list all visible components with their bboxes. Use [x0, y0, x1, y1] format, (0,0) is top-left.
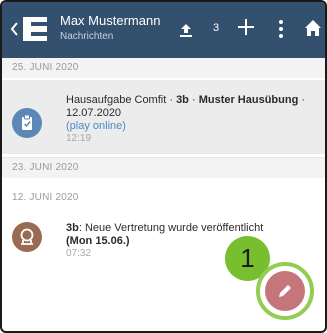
substitute-icon	[20, 228, 34, 245]
upload-icon[interactable]	[178, 22, 194, 38]
app-header: Max Mustermann Nachrichten 3	[2, 2, 325, 58]
section-date: 12. JUNI 2020	[2, 188, 325, 208]
message-row[interactable]: Hausaufgabe Comfit · 3b · Muster Hausübu…	[2, 80, 325, 154]
clipboard-icon	[22, 114, 32, 130]
message-text: 3b: Neue Vertretung wurde veröffentlicht…	[66, 222, 315, 260]
home-icon[interactable]	[304, 19, 322, 37]
plus-icon[interactable]	[237, 18, 255, 36]
message-avatar	[12, 108, 42, 138]
e-logo[interactable]	[21, 15, 49, 43]
section-date: 25. JUNI 2020	[2, 58, 325, 78]
more-vert-icon[interactable]	[278, 19, 284, 39]
message-subject: 3b: Neue Vertretung wurde veröffentlicht	[66, 222, 264, 234]
page-title: Max Mustermann	[60, 13, 161, 28]
section-date: 23. JUNI 2020	[2, 157, 325, 178]
message-avatar	[12, 222, 42, 252]
back-chevron-icon[interactable]	[9, 21, 19, 37]
message-row[interactable]: 3b: Neue Vertretung wurde veröffentlicht…	[2, 208, 325, 268]
message-date-note: (Mon 15.06.)	[66, 235, 130, 247]
header-title-block: Max Mustermann Nachrichten	[60, 13, 160, 43]
pencil-icon	[279, 285, 291, 297]
message-time: 07:32	[66, 248, 92, 259]
play-online-link[interactable]: (play online)	[66, 120, 315, 133]
compose-button[interactable]	[265, 271, 305, 311]
upload-count-badge: 3	[213, 22, 220, 34]
page-subtitle: Nachrichten	[60, 31, 114, 42]
message-subject: Hausaufgabe Comfit · 3b · Muster Hausübu…	[66, 94, 306, 119]
phone-screen: Max Mustermann Nachrichten 3 25. JUNI 20…	[0, 0, 327, 333]
message-time: 12:19	[66, 133, 92, 144]
message-text: Hausaufgabe Comfit · 3b · Muster Hausübu…	[66, 94, 315, 145]
